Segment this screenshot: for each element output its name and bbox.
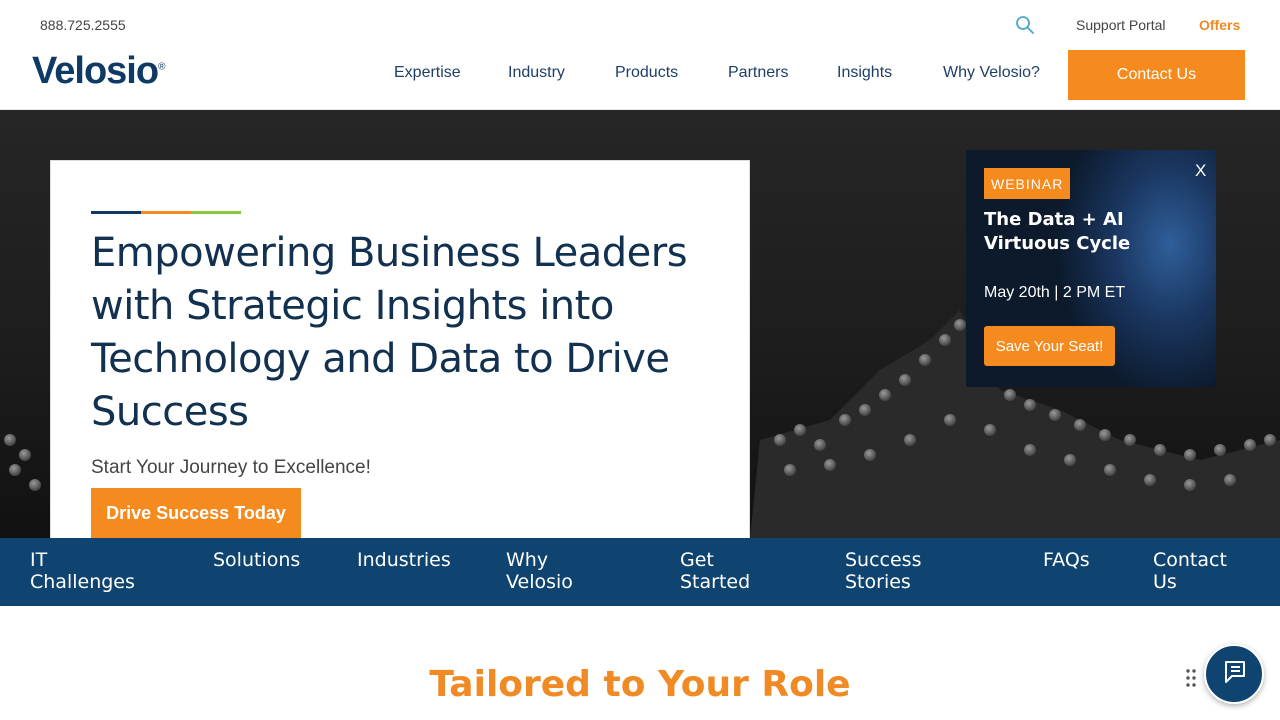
hero-card: Empowering Business Leaders with Strateg… <box>50 160 750 538</box>
hero-subtitle: Start Your Journey to Excellence! <box>91 457 371 478</box>
support-portal-link[interactable]: Support Portal <box>1076 17 1166 33</box>
subnav-why-velosio[interactable]: Why Velosio <box>506 549 586 593</box>
search-icon[interactable] <box>1015 15 1035 35</box>
close-icon[interactable]: X <box>1195 161 1206 181</box>
webinar-date: May 20th | 2 PM ET <box>984 284 1126 301</box>
drive-success-button[interactable]: Drive Success Today <box>91 488 301 538</box>
section-title: Tailored to Your Role <box>429 664 851 705</box>
accent-line-green <box>191 211 241 214</box>
velosio-logo[interactable]: Velosio® <box>32 50 166 93</box>
accent-line-blue <box>91 211 141 214</box>
registered-mark: ® <box>158 61 165 73</box>
webinar-title: The Data + AI Virtuous Cycle <box>984 209 1131 254</box>
subnav-success-stories[interactable]: Success Stories <box>845 549 945 593</box>
site-header: 888.725.2555 Support Portal Offers Velos… <box>0 0 1280 110</box>
subnav-it-challenges[interactable]: IT Challenges <box>30 549 150 593</box>
section-nav: IT Challenges Solutions Industries Why V… <box>0 538 1280 606</box>
nav-insights[interactable]: Insights <box>837 64 892 82</box>
subnav-contact-us[interactable]: Contact Us <box>1153 549 1233 593</box>
nav-expertise[interactable]: Expertise <box>394 64 461 82</box>
nav-products[interactable]: Products <box>615 64 678 82</box>
webinar-popup: WEBINAR X The Data + AI Virtuous Cycle M… <box>966 150 1216 387</box>
nav-why-velosio[interactable]: Why Velosio? <box>943 64 1040 82</box>
drag-handle-icon[interactable] <box>1185 668 1197 688</box>
contact-us-button[interactable]: Contact Us <box>1068 50 1245 100</box>
phone-number[interactable]: 888.725.2555 <box>40 17 126 33</box>
save-your-seat-button[interactable]: Save Your Seat! <box>984 326 1115 366</box>
subnav-get-started[interactable]: Get Started <box>680 549 760 593</box>
nav-industry[interactable]: Industry <box>508 64 565 82</box>
accent-line-orange <box>141 211 191 214</box>
hero-banner: Empowering Business Leaders with Strateg… <box>0 110 1280 538</box>
subnav-faqs[interactable]: FAQs <box>1043 549 1090 571</box>
subnav-solutions[interactable]: Solutions <box>213 549 300 571</box>
logo-text: Velosio <box>32 50 159 92</box>
nav-partners[interactable]: Partners <box>728 64 788 82</box>
offers-link[interactable]: Offers <box>1199 17 1240 33</box>
chat-button[interactable] <box>1204 644 1264 704</box>
hero-title: Empowering Business Leaders with Strateg… <box>91 230 688 435</box>
subnav-industries[interactable]: Industries <box>357 549 451 571</box>
webinar-badge: WEBINAR <box>984 168 1071 199</box>
chat-icon <box>1220 658 1248 691</box>
